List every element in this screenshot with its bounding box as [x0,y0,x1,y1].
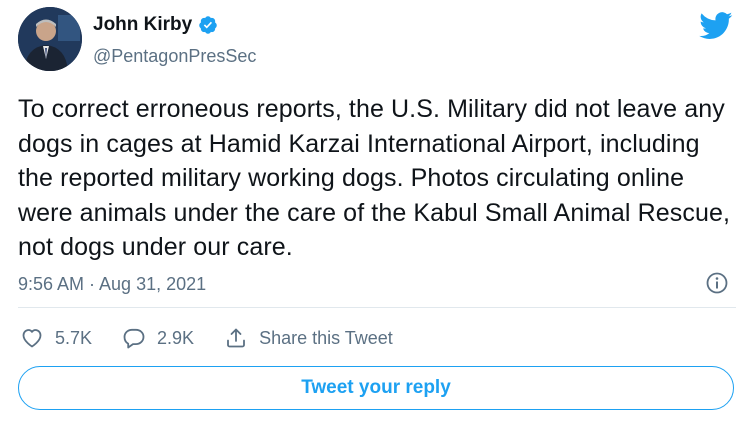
author-name-row: John Kirby [93,13,218,37]
reply-count: 2.9K [157,327,195,348]
author-handle[interactable]: @PentagonPresSec [93,44,256,68]
twitter-bird-icon[interactable] [699,12,733,40]
share-label: Share this Tweet [259,327,393,348]
verified-badge-icon [198,15,218,35]
tweet-actions: 5.7K 2.9K Share this Tweet [20,326,423,350]
info-icon[interactable] [705,271,729,295]
divider [18,307,736,308]
comment-icon [123,328,145,349]
like-button[interactable]: 5.7K [20,326,92,350]
heart-icon [22,329,42,348]
avatar[interactable] [18,7,82,71]
tweet-your-reply-button[interactable]: Tweet your reply [18,366,734,410]
reply-button[interactable]: 2.9K [122,326,194,350]
reply-button-label: Tweet your reply [301,377,451,398]
share-button[interactable]: Share this Tweet [224,326,393,350]
like-count: 5.7K [55,327,93,348]
author-display-name[interactable]: John Kirby [93,13,192,37]
tweet-text: To correct erroneous reports, the U.S. M… [18,95,731,261]
share-icon [227,328,245,348]
tweet-timestamp[interactable]: 9:56 AM · Aug 31, 2021 [18,272,206,296]
